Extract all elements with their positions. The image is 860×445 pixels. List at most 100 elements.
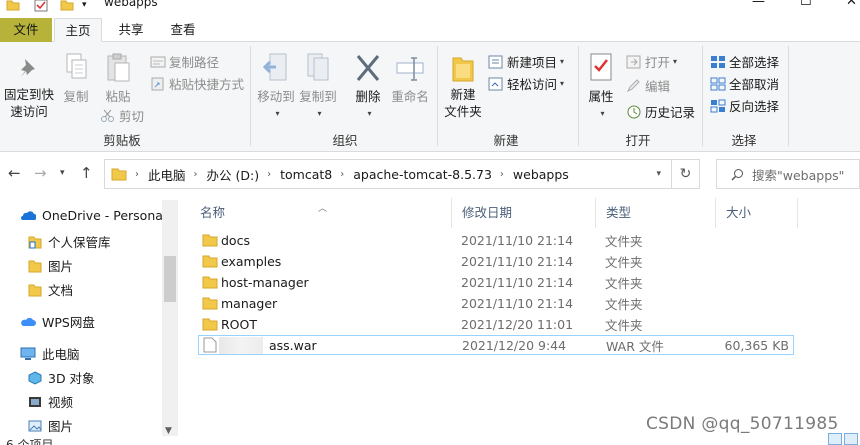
new-folder-icon: [452, 57, 474, 82]
table-row[interactable]: docs 2021/11/10 21:14 文件夹: [198, 230, 794, 250]
copy-path-icon: [150, 56, 166, 67]
file-list[interactable]: 名称 ︿ 修改日期 类型 大小 docs 2021/11/10 21:14 文件…: [190, 194, 860, 445]
edit-button[interactable]: 编辑: [626, 76, 670, 95]
minimize-icon[interactable]: —: [752, 0, 765, 9]
paste-shortcut-button[interactable]: 粘贴快捷方式: [150, 74, 244, 93]
cut-button[interactable]: 剪切: [100, 106, 144, 125]
group-label-open: 打开: [625, 133, 651, 148]
select-none-label: 全部取消: [729, 77, 780, 92]
breadcrumb-separator[interactable]: ›: [340, 169, 344, 180]
search-icon: [731, 168, 744, 181]
folder-icon: [202, 318, 218, 331]
nav-item-onedrive[interactable]: OneDrive - Personal: [20, 208, 166, 223]
open-button[interactable]: 打开 ▾: [626, 52, 677, 71]
table-row[interactable]: manager 2021/11/10 21:14 文件夹: [198, 293, 794, 313]
forward-arrow-icon[interactable]: →: [34, 164, 47, 182]
easy-access-label: 轻松访问: [507, 77, 558, 92]
move-to-label: 移动到: [257, 89, 295, 104]
nav-item-pictures[interactable]: 图片: [28, 256, 73, 275]
easy-access-button[interactable]: 轻松访问 ▾: [488, 74, 564, 93]
open-label: 打开: [645, 55, 671, 70]
tab-share[interactable]: 共享: [108, 18, 154, 42]
file-size: 60,365 KB: [724, 337, 789, 353]
paste-button[interactable]: 粘贴: [100, 52, 136, 105]
nav-scrollbar[interactable]: ▼: [162, 200, 178, 436]
rename-label: 重命名: [391, 89, 429, 104]
nav-item-3d-objects[interactable]: 3D 对象: [28, 368, 95, 387]
pin-quick-access-button[interactable]: 固定到快 速访问: [4, 56, 54, 120]
new-folder-button[interactable]: 新建 文件夹: [442, 54, 484, 120]
open-icon: [626, 55, 641, 68]
navigation-pane[interactable]: OneDrive - Personal 个人保管库 图片 文档 WPS网盘 此电…: [0, 194, 178, 445]
chevron-down-icon: ▾: [367, 109, 372, 118]
folder-icon[interactable]: [60, 0, 74, 12]
select-all-label: 全部选择: [729, 55, 780, 70]
nav-item-personal-vault[interactable]: 个人保管库: [28, 232, 111, 251]
tab-file[interactable]: 文件: [0, 18, 52, 42]
new-item-button[interactable]: 新建项目 ▾: [488, 52, 564, 71]
delete-icon: [356, 55, 380, 81]
tab-home[interactable]: 主页: [54, 18, 102, 42]
column-header-type[interactable]: 类型: [596, 198, 716, 228]
copy-path-button[interactable]: 复制路径: [150, 52, 219, 71]
chevron-down-icon: ▾: [560, 57, 565, 66]
breadcrumb-separator[interactable]: ›: [194, 169, 198, 180]
table-row[interactable]: examples 2021/11/10 21:14 文件夹: [198, 251, 794, 271]
nav-item-documents[interactable]: 文档: [28, 280, 73, 299]
breadcrumb-separator[interactable]: ›: [135, 169, 139, 180]
invert-selection-button[interactable]: 反向选择: [710, 96, 779, 115]
nav-item-videos[interactable]: 视频: [28, 392, 73, 411]
properties-button[interactable]: 属性 ▾: [582, 52, 620, 122]
select-none-button[interactable]: 全部取消: [710, 74, 779, 93]
checkmark-icon[interactable]: [34, 0, 48, 12]
breadcrumb-apache-tomcat[interactable]: apache-tomcat-8.5.73: [353, 167, 492, 182]
redacted-filename: [219, 337, 263, 354]
copy-button[interactable]: 复制: [58, 52, 94, 105]
table-row[interactable]: host-manager 2021/11/10 21:14 文件夹: [198, 272, 794, 292]
breadcrumb-drive-d[interactable]: 办公 (D:): [207, 165, 260, 184]
nav-label: 3D 对象: [48, 371, 95, 386]
nav-item-this-pc[interactable]: 此电脑: [20, 344, 80, 363]
file-type: 文件夹: [605, 275, 643, 291]
column-header-name[interactable]: 名称 ︿: [190, 198, 452, 228]
refresh-icon[interactable]: ↻: [671, 160, 699, 188]
tab-view[interactable]: 查看: [160, 18, 206, 42]
details-view-icon[interactable]: [828, 433, 842, 445]
delete-button[interactable]: 删除 ▾: [350, 52, 386, 122]
close-icon[interactable]: ✕: [846, 0, 857, 9]
breadcrumb-separator[interactable]: ›: [500, 169, 504, 180]
onedrive-icon: [21, 210, 36, 220]
search-box[interactable]: 搜索"webapps": [716, 159, 860, 189]
breadcrumb-this-pc[interactable]: 此电脑: [148, 165, 186, 184]
pictures-icon: [28, 420, 42, 431]
move-to-button[interactable]: 移动到 ▾: [256, 52, 296, 122]
history-button[interactable]: 历史记录: [626, 102, 695, 121]
breadcrumb-tomcat8[interactable]: tomcat8: [280, 167, 332, 182]
dropdown-arrow-icon[interactable]: ▾: [82, 0, 87, 12]
table-row[interactable]: ROOT 2021/12/20 11:01 文件夹: [198, 314, 794, 334]
large-icons-view-icon[interactable]: [844, 433, 858, 445]
address-bar[interactable]: › 此电脑 › 办公 (D:) › tomcat8 › apache-tomca…: [104, 159, 700, 189]
nav-scrollbar-thumb[interactable]: [164, 256, 176, 302]
nav-item-pictures-pc[interactable]: 图片: [28, 416, 73, 435]
folder-icon[interactable]: [6, 0, 20, 12]
chevron-down-icon: ▾: [317, 109, 322, 118]
column-header-date[interactable]: 修改日期: [452, 198, 596, 228]
address-dropdown-icon[interactable]: ▾: [656, 169, 661, 179]
breadcrumb-webapps[interactable]: webapps: [513, 167, 569, 182]
scroll-down-icon[interactable]: ▼: [165, 426, 172, 436]
file-type: 文件夹: [605, 296, 643, 312]
copy-to-button[interactable]: 复制到 ▾: [298, 52, 338, 122]
table-row[interactable]: ass.war 2021/12/20 9:44 WAR 文件 60,365 KB: [198, 335, 794, 355]
file-date: 2021/12/20 11:01: [461, 316, 574, 332]
up-arrow-icon[interactable]: ↑: [80, 164, 93, 182]
file-date: 2021/11/10 21:14: [461, 253, 574, 269]
back-arrow-icon[interactable]: ←: [8, 164, 21, 182]
column-header-size[interactable]: 大小: [716, 198, 798, 228]
maximize-icon[interactable]: ☐: [800, 0, 812, 9]
breadcrumb-separator[interactable]: ›: [267, 169, 271, 180]
recent-locations-chevron-icon[interactable]: ▾: [60, 168, 65, 178]
select-all-button[interactable]: 全部选择: [710, 52, 779, 71]
rename-button[interactable]: 重命名: [390, 52, 430, 105]
nav-item-wps-drive[interactable]: WPS网盘: [20, 312, 95, 331]
